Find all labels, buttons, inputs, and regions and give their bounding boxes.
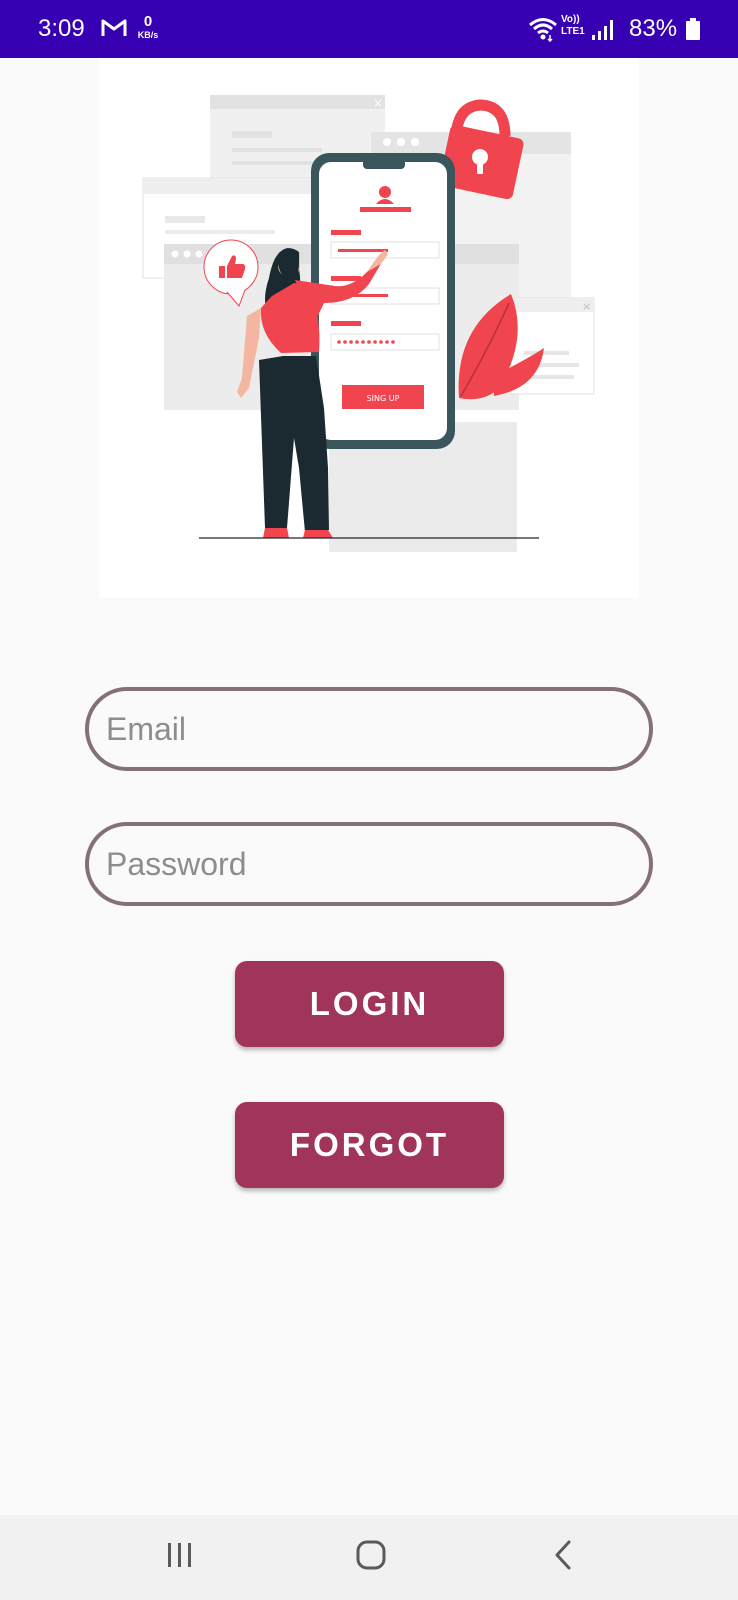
wifi-icon bbox=[528, 16, 558, 47]
login-illustration: × × SING UP bbox=[99, 58, 639, 598]
signal-icon bbox=[592, 19, 614, 46]
recent-apps-icon bbox=[165, 1540, 195, 1575]
forgot-button[interactable]: FORGOT bbox=[235, 1102, 504, 1188]
home-icon bbox=[355, 1539, 387, 1576]
home-button[interactable] bbox=[311, 1515, 431, 1600]
volte-indicator: Vo)) LTE1 bbox=[561, 15, 585, 37]
svg-text:×: × bbox=[373, 96, 383, 110]
svg-text:×: × bbox=[582, 300, 591, 313]
network-speed-unit: KB/s bbox=[137, 30, 159, 40]
status-bar: 3:09 0 KB/s Vo)) LTE1 83% bbox=[0, 0, 738, 58]
password-input[interactable] bbox=[85, 822, 653, 906]
status-time: 3:09 bbox=[38, 15, 85, 42]
phone-signup-label: SING UP bbox=[367, 394, 400, 403]
network-speed-value: 0 bbox=[143, 13, 153, 30]
lte-label: LTE1 bbox=[561, 26, 585, 37]
navigation-bar bbox=[0, 1515, 738, 1600]
back-button[interactable] bbox=[504, 1515, 624, 1600]
battery-percent: 83% bbox=[629, 15, 678, 42]
network-speed: 0 KB/s bbox=[133, 14, 163, 40]
back-icon bbox=[552, 1539, 576, 1576]
recent-apps-button[interactable] bbox=[120, 1515, 240, 1600]
login-button[interactable]: LOGIN bbox=[235, 961, 504, 1047]
battery-icon bbox=[686, 18, 700, 45]
volte-label: Vo)) bbox=[561, 14, 580, 25]
gmail-icon bbox=[101, 17, 127, 42]
email-input[interactable] bbox=[85, 687, 653, 771]
